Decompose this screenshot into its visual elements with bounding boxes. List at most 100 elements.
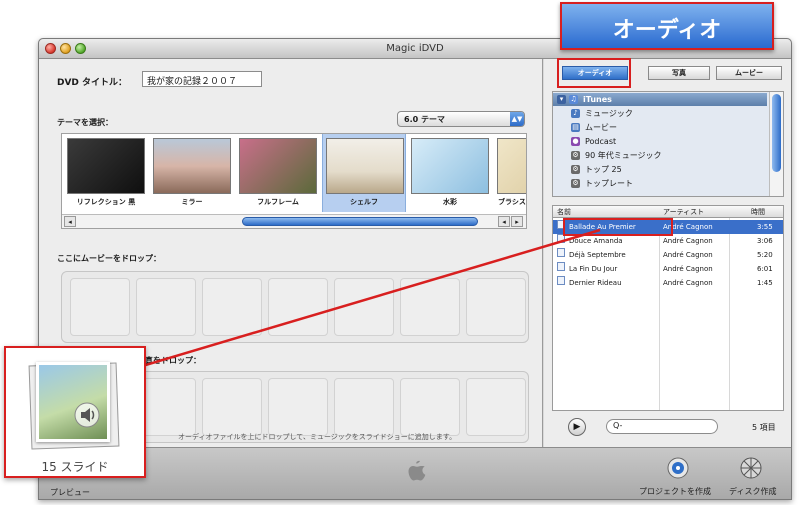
apple-logo-icon [408, 460, 426, 481]
source-list-scrollbar[interactable] [769, 92, 783, 196]
theme-item-mirror[interactable]: ミラー [150, 134, 234, 212]
play-button[interactable]: ▶ [568, 418, 586, 436]
source-item-top-rated[interactable]: ⚙ トップレート [553, 177, 767, 190]
film-icon: ▤ [571, 123, 580, 132]
music-note-icon: ♪ [571, 109, 580, 118]
track-time: 5:20 [757, 251, 773, 259]
track-name: Déjà Septembre [569, 251, 626, 259]
theme-version-select[interactable]: 6.0 テーマ ▲▼ [397, 111, 525, 127]
drop-slot [70, 278, 130, 336]
track-name: Douce Amanda [569, 237, 623, 245]
theme-thumbnail [153, 138, 231, 194]
audio-drop-hint: オーディオファイルを上にドロップして、ミュージックをスライドショーに追加します。 [178, 433, 457, 441]
drop-slot [334, 278, 394, 336]
track-row[interactable]: Douce Amanda André Cagnon 3:06 [553, 234, 783, 248]
dvd-title-label: DVD タイトル： [57, 78, 128, 88]
dvd-title-input[interactable]: 我が家の記録２００７ [142, 71, 262, 87]
column-header-artist[interactable]: アーティスト [663, 206, 704, 218]
audio-file-icon [557, 276, 565, 285]
track-row[interactable]: Dernier Rideau André Cagnon 1:45 [553, 276, 783, 290]
audio-tab-callout: オーディオ [560, 2, 774, 50]
search-input[interactable]: Q- [606, 419, 718, 434]
burn-disc-label: ディスク作成 [729, 487, 777, 496]
disclosure-triangle-icon[interactable]: ▾ [557, 95, 566, 104]
item-count: 5 項目 [752, 423, 776, 432]
drop-slot [202, 378, 262, 436]
bottom-toolbar: プロジェクトを作成 ディスク作成 [39, 447, 791, 499]
source-item-movies[interactable]: ▤ ムービー [553, 121, 767, 134]
scroll-left-button[interactable]: ◂ [64, 216, 76, 227]
theme-name: ミラー [181, 198, 203, 206]
slideshow-callout: 15 スライド [4, 346, 146, 478]
audio-file-icon [557, 262, 565, 271]
theme-item-shelf[interactable]: シェルフ [322, 134, 406, 212]
tab-photos[interactable]: 写真 [648, 66, 710, 80]
column-header-time[interactable]: 時間 [751, 206, 765, 218]
track-time: 3:06 [757, 237, 773, 245]
drop-slot [268, 278, 328, 336]
track-name: La Fin Du Jour [569, 265, 618, 273]
track-artist: André Cagnon [663, 251, 713, 259]
speaker-icon [74, 402, 100, 428]
theme-thumbnail [67, 138, 145, 194]
source-item-top-25[interactable]: ⚙ トップ 25 [553, 163, 767, 176]
burn-project-label: プロジェクトを作成 [639, 487, 711, 496]
theme-thumbnail [326, 138, 404, 194]
theme-thumbnail [497, 138, 526, 194]
burn-disc-icon[interactable] [739, 456, 763, 480]
scroll-left-arrow-icon[interactable]: ◂ [498, 216, 510, 227]
drop-slot [400, 278, 460, 336]
smart-playlist-icon: ⚙ [571, 179, 580, 188]
theme-thumbnail [239, 138, 317, 194]
scroll-thumb[interactable] [242, 217, 478, 226]
drop-slot [334, 378, 394, 436]
theme-scrollbar[interactable]: ◂ ◂ ▸ [62, 214, 526, 228]
track-time: 1:45 [757, 279, 773, 287]
movie-drop-label: ここにムービーをドロップ： [57, 254, 161, 263]
theme-browser: リフレクション 黒 ミラー フルフレーム シェルフ 水彩 ブラシス ◂ ◂ ▸ [61, 133, 527, 229]
theme-label: テーマを選択： [57, 118, 113, 127]
theme-item-brush[interactable]: ブラシス [494, 134, 526, 212]
tab-movies[interactable]: ムービー [716, 66, 782, 80]
drop-slot [202, 278, 262, 336]
source-item-podcast[interactable]: ● Podcast [553, 135, 767, 148]
source-label: 90 年代ミュージック [585, 151, 662, 160]
scroll-right-arrow-icon[interactable]: ▸ [511, 216, 523, 227]
track-list-header: 名前 アーティスト 時間 [553, 206, 783, 218]
smart-playlist-icon: ⚙ [571, 151, 580, 160]
drop-slot [400, 378, 460, 436]
column-header-name[interactable]: 名前 [557, 206, 571, 218]
track-artist: André Cagnon [663, 237, 713, 245]
audio-tab-highlight [557, 58, 631, 88]
source-item-90s-music[interactable]: ⚙ 90 年代ミュージック [553, 149, 767, 162]
track-time: 6:01 [757, 265, 773, 273]
media-pane: オーディオ 写真 ムービー ▾ ♫ iTunes ♪ ミュージック ▤ ムービー… [544, 59, 791, 447]
burn-project-icon[interactable] [666, 456, 690, 480]
source-item-music[interactable]: ♪ ミュージック [553, 107, 767, 120]
drop-slot [466, 378, 526, 436]
track-row[interactable]: Déjà Septembre André Cagnon 5:20 [553, 248, 783, 262]
smart-playlist-icon: ⚙ [571, 165, 580, 174]
theme-name: 水彩 [443, 198, 457, 206]
theme-name: ブラシス [498, 198, 526, 206]
scroll-thumb[interactable] [772, 94, 781, 172]
movie-drop-area[interactable] [61, 271, 529, 343]
source-item-itunes[interactable]: ▾ ♫ iTunes [553, 93, 767, 106]
select-arrows-icon: ▲▼ [510, 112, 524, 126]
drop-slot [268, 378, 328, 436]
source-label: ミュージック [585, 109, 633, 118]
theme-item-reflection-black[interactable]: リフレクション 黒 [64, 134, 148, 212]
source-label: iTunes [583, 95, 612, 104]
audio-file-icon [557, 248, 565, 257]
preview-label: プレビュー [50, 488, 90, 497]
theme-item-full-frame[interactable]: フルフレーム [236, 134, 320, 212]
theme-name: フルフレーム [257, 198, 299, 206]
source-label: トップ 25 [585, 165, 622, 174]
theme-version-value: 6.0 テーマ [404, 115, 445, 124]
theme-item-watercolor[interactable]: 水彩 [408, 134, 492, 212]
track-row[interactable]: La Fin Du Jour André Cagnon 6:01 [553, 262, 783, 276]
track-artist: André Cagnon [663, 279, 713, 287]
theme-name: シェルフ [350, 198, 378, 206]
track-name: Dernier Rideau [569, 279, 622, 287]
source-label: Podcast [585, 137, 617, 146]
